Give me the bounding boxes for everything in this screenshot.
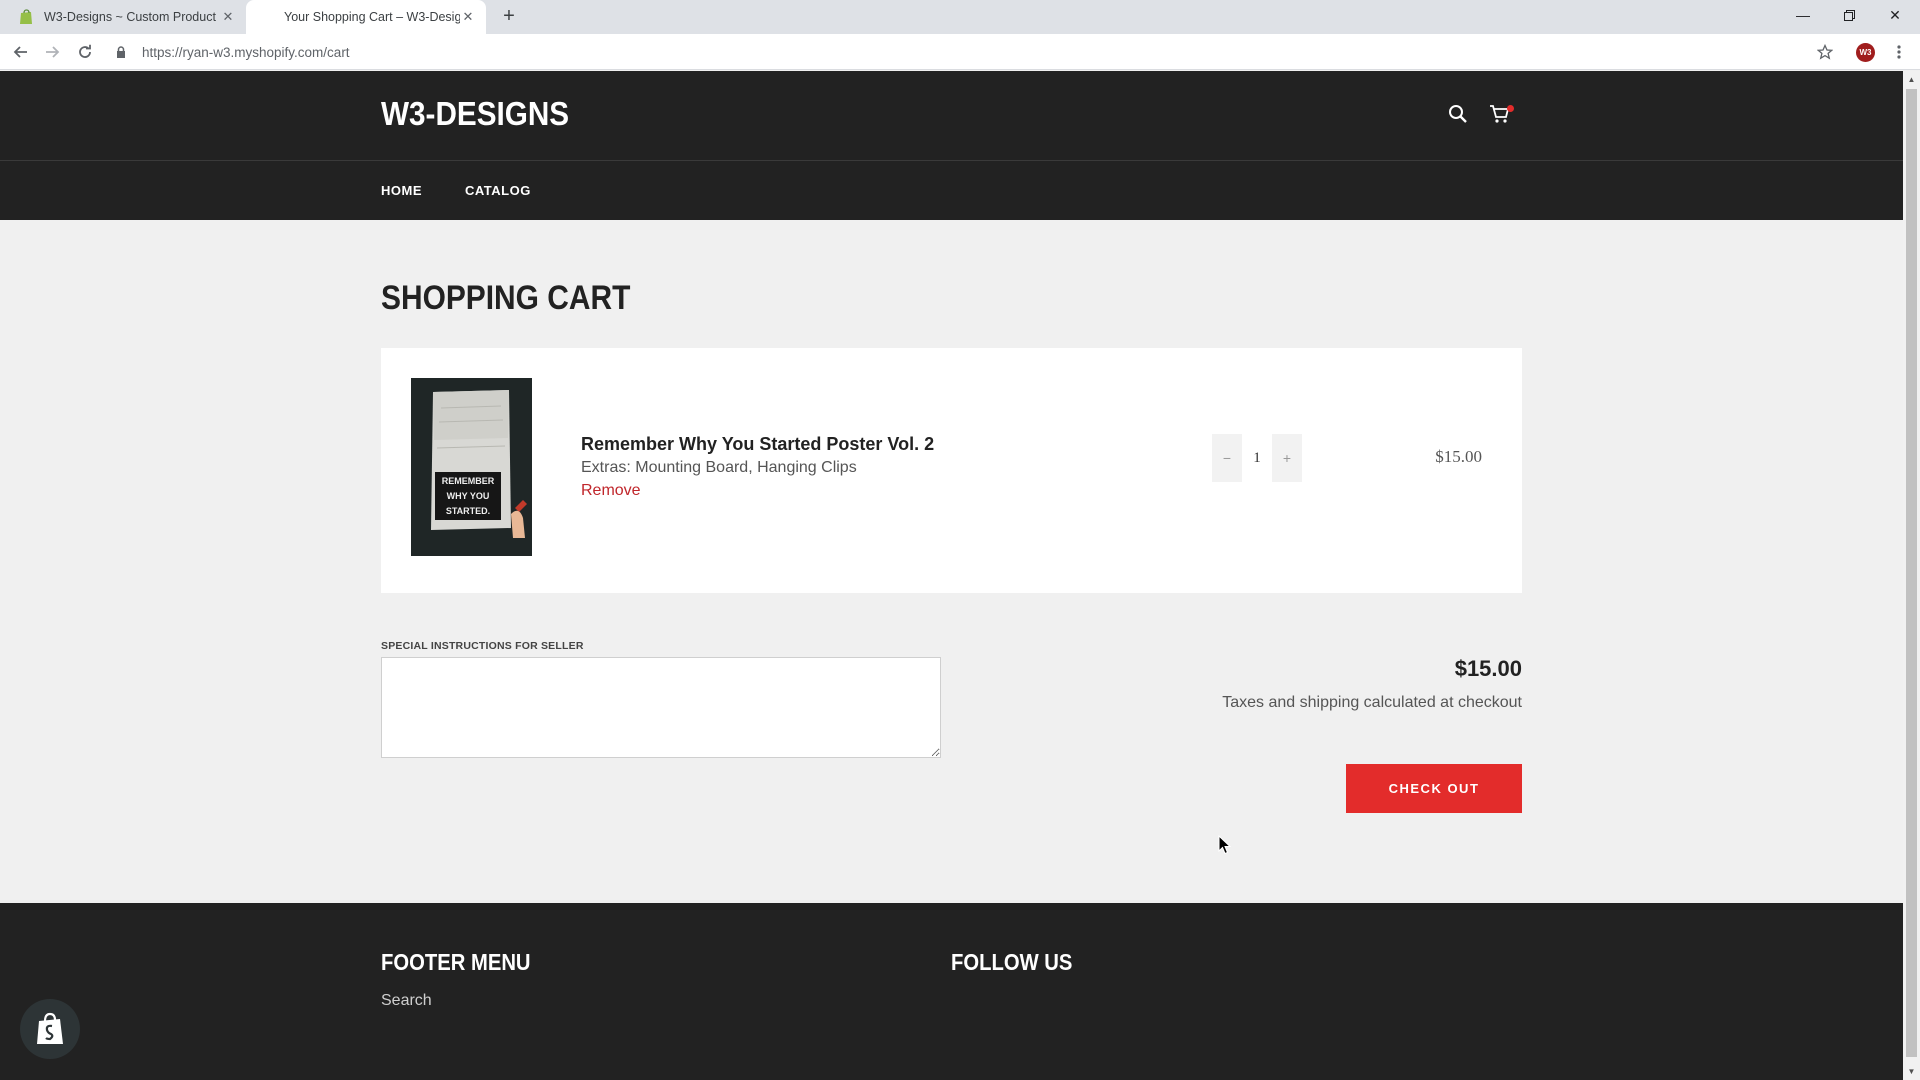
browser-toolbar: https://ryan-w3.myshopify.com/cart W3 [0,34,1920,70]
browser-tab[interactable]: W3-Designs ~ Custom Product Options ✕ [8,0,246,34]
remove-link[interactable]: Remove [581,482,641,500]
site-logo[interactable]: W3-DESIGNS [381,95,569,133]
poster-line-1: REMEMBER [442,476,495,486]
browser-tab-bar: W3-Designs ~ Custom Product Options ✕ Yo… [0,0,1920,34]
scrollbar-thumb[interactable] [1906,89,1917,1057]
quantity-input[interactable]: 1 [1242,434,1272,482]
cart-subtotal: $15.00 [1454,656,1522,681]
checkout-button[interactable]: CHECK OUT [1346,764,1522,813]
site-footer: FOOTER MENU Search FOLLOW US [0,903,1903,1080]
quantity-increase-button[interactable]: + [1272,434,1302,482]
page-viewport: W3-DESIGNS HOME CATALOG SHOPPING CART RE… [0,71,1903,1080]
minimize-icon[interactable]: — [1780,0,1826,30]
address-bar[interactable]: https://ryan-w3.myshopify.com/cart [112,38,1827,66]
tab-close-icon[interactable]: ✕ [220,9,236,25]
site-nav: HOME CATALOG [0,160,1903,220]
shopify-bag-icon[interactable] [20,999,80,1059]
tax-shipping-note: Taxes and shipping calculated at checkou… [1222,694,1522,711]
poster-line-2: WHY YOU [447,491,490,501]
site-header: W3-DESIGNS [0,71,1903,160]
browser-tab-active[interactable]: Your Shopping Cart – W3-Designs ✕ [246,0,486,34]
page-scrollbar[interactable]: ▲ ▼ [1903,71,1920,1080]
line-item-price: $15.00 [1435,447,1482,466]
new-tab-icon[interactable]: + [498,6,520,28]
restore-icon[interactable] [1826,0,1872,30]
forward-arrow-icon[interactable] [40,40,64,64]
quantity-decrease-button[interactable]: − [1212,434,1242,482]
cart-item-row: REMEMBER WHY YOU STARTED. Remember Why Y… [381,348,1522,593]
product-thumbnail[interactable]: REMEMBER WHY YOU STARTED. [411,378,532,556]
special-instructions-textarea[interactable] [381,657,941,758]
tab-title: W3-Designs ~ Custom Product Options [44,10,220,24]
product-extras: Extras: Mounting Board, Hanging Clips [581,459,857,476]
scroll-down-arrow-icon[interactable]: ▼ [1903,1063,1920,1080]
shopify-favicon-icon [18,9,34,25]
back-arrow-icon[interactable] [9,40,33,64]
scroll-up-arrow-icon[interactable]: ▲ [1903,71,1920,88]
tab-close-icon[interactable]: ✕ [460,9,476,25]
nav-link-catalog[interactable]: CATALOG [465,183,531,198]
profile-avatar[interactable]: W3 [1856,43,1875,62]
cart-count-dot [1507,105,1514,112]
poster-line-3: STARTED. [446,506,490,516]
quantity-stepper: − 1 + [1212,434,1302,482]
mouse-cursor-icon [1218,834,1232,860]
lock-icon [112,46,130,58]
tab-title: Your Shopping Cart – W3-Designs [284,10,460,24]
reload-icon[interactable] [73,40,97,64]
search-icon[interactable] [1446,102,1470,126]
product-title[interactable]: Remember Why You Started Poster Vol. 2 [581,434,934,455]
browser-menu-icon[interactable] [1887,40,1911,64]
footer-link-search[interactable]: Search [381,992,432,1010]
url-text: https://ryan-w3.myshopify.com/cart [142,44,350,60]
cart-icon[interactable] [1488,102,1514,126]
page-title: SHOPPING CART [381,279,631,317]
footer-menu-heading: FOOTER MENU [381,949,531,975]
bookmark-star-icon[interactable] [1813,40,1837,64]
nav-link-home[interactable]: HOME [381,183,422,198]
follow-us-heading: FOLLOW US [951,949,1073,975]
window-close-icon[interactable]: ✕ [1872,0,1918,30]
instructions-label: SPECIAL INSTRUCTIONS FOR SELLER [381,640,584,652]
